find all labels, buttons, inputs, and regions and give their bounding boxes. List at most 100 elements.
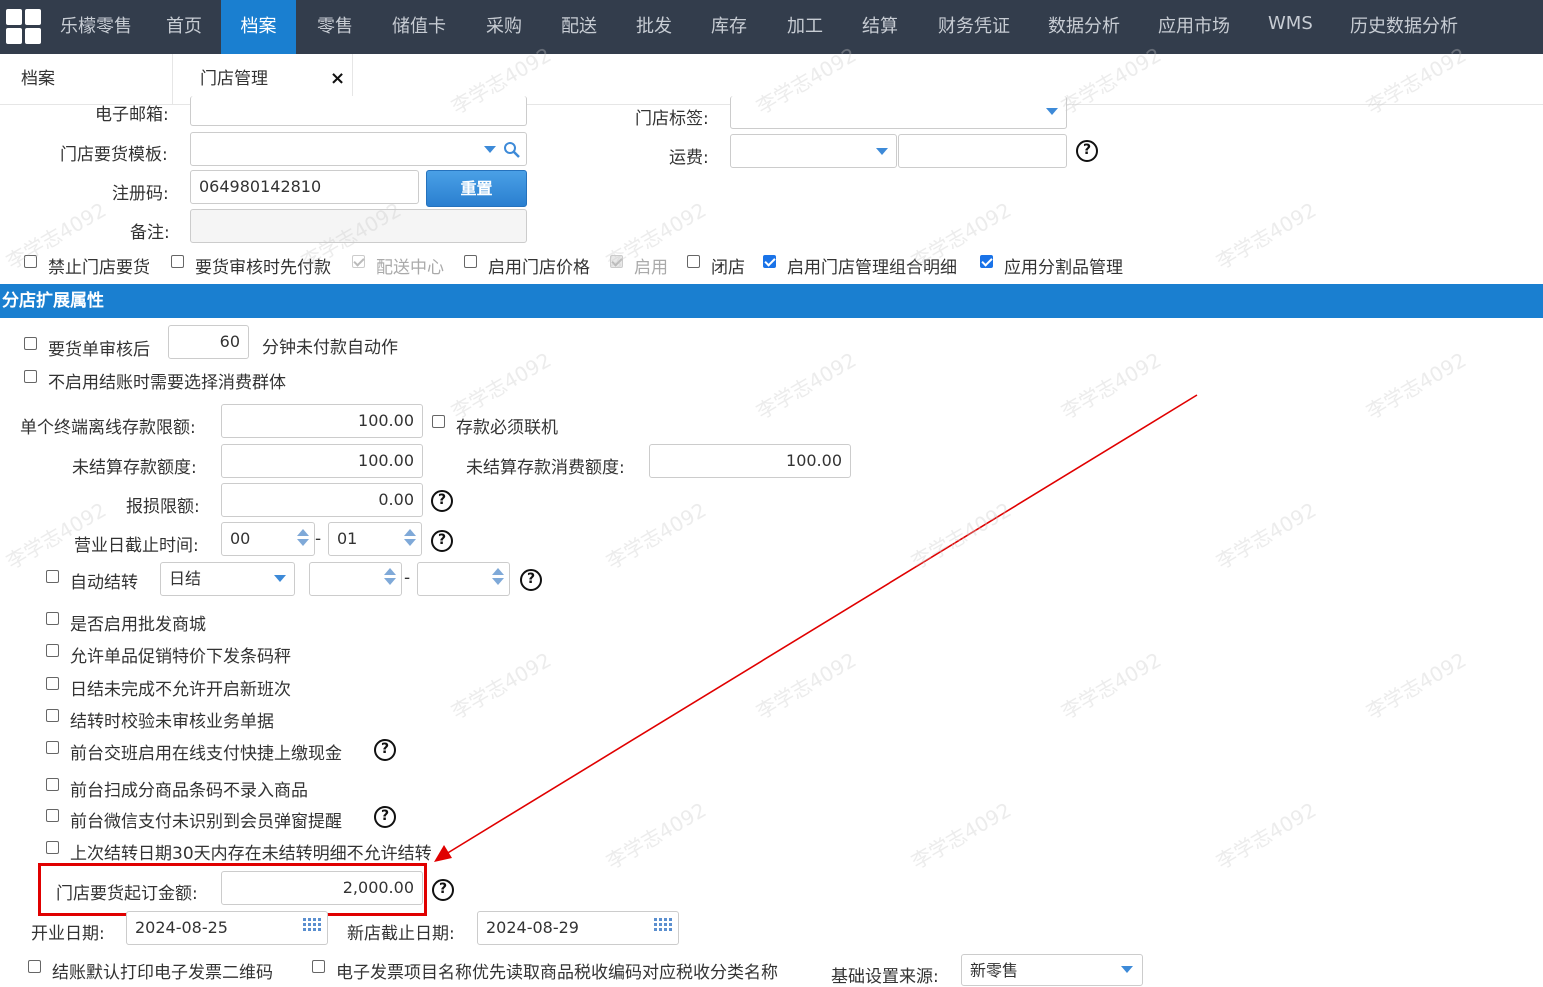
einvoice-name-label: 电子发票项目名称优先读取商品税收编码对应税收分类名称 [336, 963, 778, 983]
chevron-down-icon[interactable] [484, 146, 496, 153]
nav-retail[interactable]: 零售 [317, 0, 353, 54]
calendar-icon[interactable] [654, 918, 674, 936]
watermark: 李学志4092 [907, 797, 1016, 874]
nav-history-analysis[interactable]: 历史数据分析 [1350, 0, 1458, 54]
nav-app-market[interactable]: 应用市场 [1158, 0, 1230, 54]
help-icon[interactable]: ? [432, 879, 454, 901]
watermark: 李学志4092 [752, 647, 861, 724]
wechat-member-popup-label: 前台微信支付未识别到会员弹窗提醒 [70, 812, 342, 832]
app-grid-icon[interactable] [6, 9, 42, 45]
prepay-checkbox[interactable] [171, 255, 184, 268]
remark-field[interactable] [190, 209, 527, 243]
watermark: 李学志4092 [1212, 497, 1321, 574]
cutoff-time-label: 营业日截止时间: [74, 536, 199, 556]
nav-wms[interactable]: WMS [1268, 0, 1313, 51]
watermark: 李学志4092 [447, 647, 556, 724]
help-icon[interactable]: ? [374, 739, 396, 761]
watermark: 李学志4092 [752, 347, 861, 424]
open-date-label: 开业日期: [31, 924, 105, 944]
base-source-select[interactable]: 新零售 [961, 954, 1143, 986]
order-after-audit-label: 要货单审核后 [48, 340, 150, 360]
auto-settle-label: 自动结转 [70, 573, 138, 593]
daily-settle-shift-checkbox[interactable] [46, 677, 59, 690]
combo-detail-checkbox[interactable] [763, 255, 776, 268]
settle-30days-label: 上次结转日期30天内存在未结转明细不允许结转 [70, 844, 432, 864]
spinner-arrows-icon[interactable] [492, 568, 504, 585]
consumer-group-label: 不启用结账时需要选择消费群体 [48, 373, 286, 393]
spinner-arrows-icon[interactable] [297, 529, 309, 546]
offline-limit-field[interactable]: 100.00 [221, 404, 423, 438]
nav-processing[interactable]: 加工 [787, 0, 823, 54]
spinner-arrows-icon[interactable] [384, 568, 396, 585]
help-icon[interactable]: ? [431, 490, 453, 512]
split-goods-checkbox[interactable] [980, 255, 993, 268]
nav-purchase[interactable]: 采购 [486, 0, 522, 54]
store-price-checkbox[interactable] [464, 255, 477, 268]
enable-checkbox [610, 255, 623, 268]
order-template-select[interactable] [190, 132, 527, 166]
closed-checkbox[interactable] [687, 255, 700, 268]
tab-archive[interactable]: 档案 [21, 54, 55, 104]
nav-settlement[interactable]: 结算 [862, 0, 898, 54]
cutoff-dash: - [315, 529, 322, 549]
email-field[interactable] [190, 96, 527, 126]
new-store-end-field[interactable]: 2024-08-29 [477, 911, 679, 945]
online-pay-cash-checkbox[interactable] [46, 741, 59, 754]
app-name[interactable]: 乐檬零售 [60, 0, 132, 54]
watermark: 李学志4092 [1212, 797, 1321, 874]
unsettled-deposit-field[interactable]: 100.00 [221, 444, 423, 478]
spinner-arrows-icon[interactable] [404, 529, 416, 546]
nav-home[interactable]: 首页 [166, 0, 202, 54]
promo-scale-label: 允许单品促销特价下发条码秤 [70, 647, 291, 667]
consumer-group-checkbox[interactable] [24, 370, 37, 383]
wechat-member-popup-checkbox[interactable] [46, 809, 59, 822]
unsettled-consume-field[interactable]: 100.00 [649, 444, 851, 478]
forbid-order-checkbox[interactable] [24, 255, 37, 268]
nav-wholesale[interactable]: 批发 [636, 0, 672, 54]
help-icon[interactable]: ? [520, 569, 542, 591]
loss-limit-field[interactable]: 0.00 [221, 483, 423, 517]
nav-stored-value-card[interactable]: 储值卡 [392, 0, 446, 54]
nav-data-analysis[interactable]: 数据分析 [1048, 0, 1120, 54]
print-einvoice-qr-checkbox[interactable] [28, 960, 41, 973]
help-icon[interactable]: ? [1076, 140, 1098, 162]
freight-type-select[interactable] [730, 134, 897, 168]
component-barcode-label: 前台扫成分商品条码不录入商品 [70, 781, 308, 801]
section-header-store-ext: 分店扩展属性 [0, 284, 1543, 318]
order-after-audit-checkbox[interactable] [24, 337, 37, 350]
chevron-down-icon[interactable] [274, 575, 286, 582]
wholesale-mall-checkbox[interactable] [46, 612, 59, 625]
freight-amount-field[interactable] [898, 134, 1067, 168]
deposit-online-checkbox[interactable] [432, 415, 445, 428]
base-source-label: 基础设置来源: [831, 967, 939, 987]
watermark: 李学志4092 [1362, 347, 1471, 424]
store-tag-select[interactable] [730, 96, 1067, 129]
promo-scale-checkbox[interactable] [46, 644, 59, 657]
nav-inventory[interactable]: 库存 [711, 0, 747, 54]
nav-archive[interactable]: 档案 [221, 0, 296, 54]
reset-button[interactable]: 重置 [426, 170, 527, 207]
reg-code-field[interactable]: 064980142810 [190, 170, 419, 204]
component-barcode-checkbox[interactable] [46, 778, 59, 791]
minutes-field[interactable]: 60 [168, 325, 249, 359]
chevron-down-icon[interactable] [1046, 108, 1058, 115]
min-order-field[interactable]: 2,000.00 [221, 871, 423, 905]
store-tag-label: 门店标签: [635, 109, 709, 129]
help-icon[interactable]: ? [431, 530, 453, 552]
help-icon[interactable]: ? [374, 806, 396, 828]
watermark: 李学志4092 [1057, 347, 1166, 424]
dist-center-checkbox [352, 255, 365, 268]
calendar-icon[interactable] [303, 918, 323, 936]
nav-distribution[interactable]: 配送 [561, 0, 597, 54]
watermark: 李学志4092 [1362, 647, 1471, 724]
open-date-field[interactable]: 2024-08-25 [126, 911, 328, 945]
auto-settle-checkbox[interactable] [46, 570, 59, 583]
chevron-down-icon[interactable] [1121, 966, 1133, 973]
verify-unaudited-checkbox[interactable] [46, 709, 59, 722]
search-icon[interactable] [503, 141, 521, 159]
settle-30days-checkbox[interactable] [46, 841, 59, 854]
chevron-down-icon[interactable] [876, 148, 888, 155]
einvoice-name-checkbox[interactable] [312, 960, 325, 973]
nav-finance-voucher[interactable]: 财务凭证 [938, 0, 1010, 54]
unsettled-deposit-label: 未结算存款额度: [72, 458, 197, 478]
